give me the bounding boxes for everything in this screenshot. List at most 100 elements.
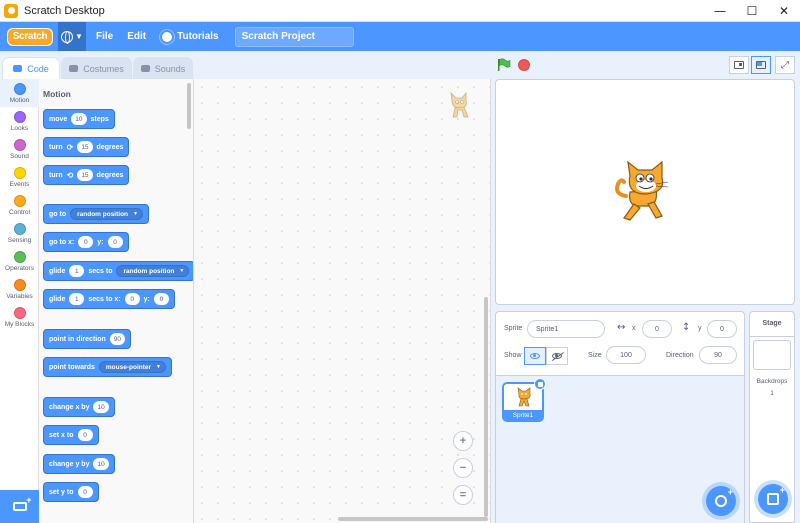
block-text: y: (97, 238, 104, 246)
block-text: glide (49, 267, 66, 275)
palette-scrollbar[interactable] (187, 83, 191, 129)
zoom-in-button[interactable]: + (453, 431, 473, 451)
block-set-y[interactable]: set y to 0 (43, 482, 99, 502)
block-input[interactable]: 10 (93, 401, 109, 413)
fullscreen-button[interactable]: ⤢ (775, 56, 795, 74)
block-glide-to[interactable]: glide 1 secs to random position ▼ (43, 261, 193, 281)
control-dot-icon (13, 194, 26, 207)
direction-label: Direction (666, 352, 694, 359)
close-button[interactable]: ✕ (768, 0, 800, 22)
large-stage-button[interactable] (751, 56, 771, 74)
block-text: turn (49, 171, 63, 179)
sprite-y-input[interactable]: 0 (707, 320, 737, 338)
zoom-reset-button[interactable]: = (453, 485, 473, 505)
block-turn-right[interactable]: turn ⟳ 15 degrees (43, 137, 130, 157)
block-turn-left[interactable]: turn ⟲ 15 degrees (43, 165, 130, 185)
file-menu[interactable]: File (96, 31, 113, 42)
choose-sprite-button[interactable] (706, 486, 736, 516)
block-input[interactable]: 0 (153, 293, 169, 305)
block-text: secs to (88, 267, 113, 275)
block-input[interactable]: 15 (77, 141, 93, 153)
script-horizontal-scrollbar[interactable] (338, 517, 488, 521)
block-change-x[interactable]: change x by 10 (43, 397, 115, 417)
sprite-watermark-icon (450, 91, 469, 118)
block-change-y[interactable]: change y by 10 (43, 454, 115, 474)
delete-sprite-button[interactable] (534, 378, 546, 390)
script-area[interactable]: + − = (194, 79, 491, 523)
block-input[interactable]: 0 (77, 486, 93, 498)
category-control[interactable]: Control (0, 191, 39, 219)
tab-code-label: Code (27, 63, 49, 74)
block-dropdown[interactable]: random position ▼ (116, 265, 190, 277)
small-stage-button[interactable] (729, 56, 749, 74)
zoom-out-button[interactable]: − (453, 458, 473, 478)
sprite-direction-input[interactable]: 90 (699, 346, 737, 364)
stop-button[interactable] (518, 59, 530, 71)
language-menu-button[interactable]: ▼ (58, 22, 86, 51)
dropdown-value: mouse-pointer (105, 363, 152, 371)
category-sound[interactable]: Sound (0, 135, 39, 163)
script-vertical-scrollbar[interactable] (484, 297, 488, 517)
block-go-to[interactable]: go to random position ▼ (43, 204, 149, 224)
maximize-button[interactable]: ☐ (736, 0, 768, 22)
block-input[interactable]: 0 (77, 429, 93, 441)
block-glide-to-xy[interactable]: glide 1 secs to x: 0 y: 0 (43, 289, 175, 309)
sprite-x-input[interactable]: 0 (642, 320, 672, 338)
backdrops-label: Backdrops (756, 378, 788, 385)
category-looks[interactable]: Looks (0, 107, 39, 135)
block-point-in-direction[interactable]: point in direction 90 (43, 329, 132, 349)
hide-sprite-button[interactable] (546, 347, 568, 365)
block-point-towards[interactable]: point towards mouse-pointer ▼ (43, 357, 172, 377)
block-input[interactable]: 10 (93, 458, 109, 470)
block-input[interactable]: 1 (69, 293, 85, 305)
block-set-x[interactable]: set x to 0 (43, 425, 99, 445)
green-flag-button[interactable] (497, 58, 511, 72)
category-my-blocks[interactable]: My Blocks (0, 303, 39, 331)
project-title-input[interactable]: Scratch Project (234, 26, 354, 47)
stage-canvas[interactable] (495, 79, 795, 305)
block-input[interactable]: 0 (124, 293, 140, 305)
show-sprite-button[interactable] (524, 347, 546, 365)
tutorials-menu[interactable]: Tutorials (162, 31, 219, 42)
category-label: Events (9, 180, 30, 188)
block-input[interactable]: 1 (69, 265, 85, 277)
choose-backdrop-button[interactable] (758, 484, 788, 514)
category-motion[interactable]: Motion (0, 79, 39, 107)
block-move-steps[interactable]: move 10 steps (43, 109, 115, 129)
block-dropdown[interactable]: random position ▼ (70, 208, 143, 220)
tab-code[interactable]: Code (2, 57, 60, 79)
block-input[interactable]: 15 (77, 169, 93, 181)
block-input[interactable]: 0 (78, 236, 94, 248)
chevron-down-icon: ▼ (75, 32, 83, 41)
rotate-left-icon: ⟲ (66, 170, 74, 180)
block-input[interactable]: 0 (107, 236, 123, 248)
menu-bar: Scratch ▼ File Edit Tutorials Scratch Pr… (0, 22, 800, 51)
block-dropdown[interactable]: mouse-pointer ▼ (98, 361, 166, 373)
x-label: x (632, 325, 636, 332)
backdrop-thumbnail[interactable] (753, 340, 791, 370)
add-extension-button[interactable] (0, 490, 39, 523)
category-menu: Motion Looks Sound Events Control Sensin… (0, 79, 39, 523)
sprite-size-input[interactable]: 100 (606, 346, 646, 364)
dropdown-value: random position (123, 267, 175, 275)
block-input[interactable]: 10 (71, 113, 87, 125)
tab-costumes[interactable]: Costumes (61, 57, 132, 79)
sprite-cat-icon[interactable] (612, 158, 676, 226)
stage-target-panel[interactable]: Stage Backdrops 1 (749, 311, 795, 523)
minimize-button[interactable]: — (704, 0, 736, 22)
category-sensing[interactable]: Sensing (0, 219, 39, 247)
rotate-right-icon: ⟳ (66, 142, 74, 152)
chevron-down-icon: ▼ (133, 211, 138, 217)
tab-sounds[interactable]: Sounds (133, 57, 193, 79)
block-input[interactable]: 90 (109, 333, 126, 345)
my-blocks-dot-icon (13, 306, 26, 319)
block-go-to-xy[interactable]: go to x: 0 y: 0 (43, 232, 129, 252)
sprite-name-input[interactable]: Sprite1 (527, 320, 605, 338)
scratch-logo[interactable]: Scratch (7, 27, 53, 46)
add-sprite-icon (715, 487, 733, 507)
category-operators[interactable]: Operators (0, 247, 39, 275)
edit-menu[interactable]: Edit (127, 31, 146, 42)
category-variables[interactable]: Variables (0, 275, 39, 303)
category-events[interactable]: Events (0, 163, 39, 191)
block-text: set y to (49, 488, 74, 496)
